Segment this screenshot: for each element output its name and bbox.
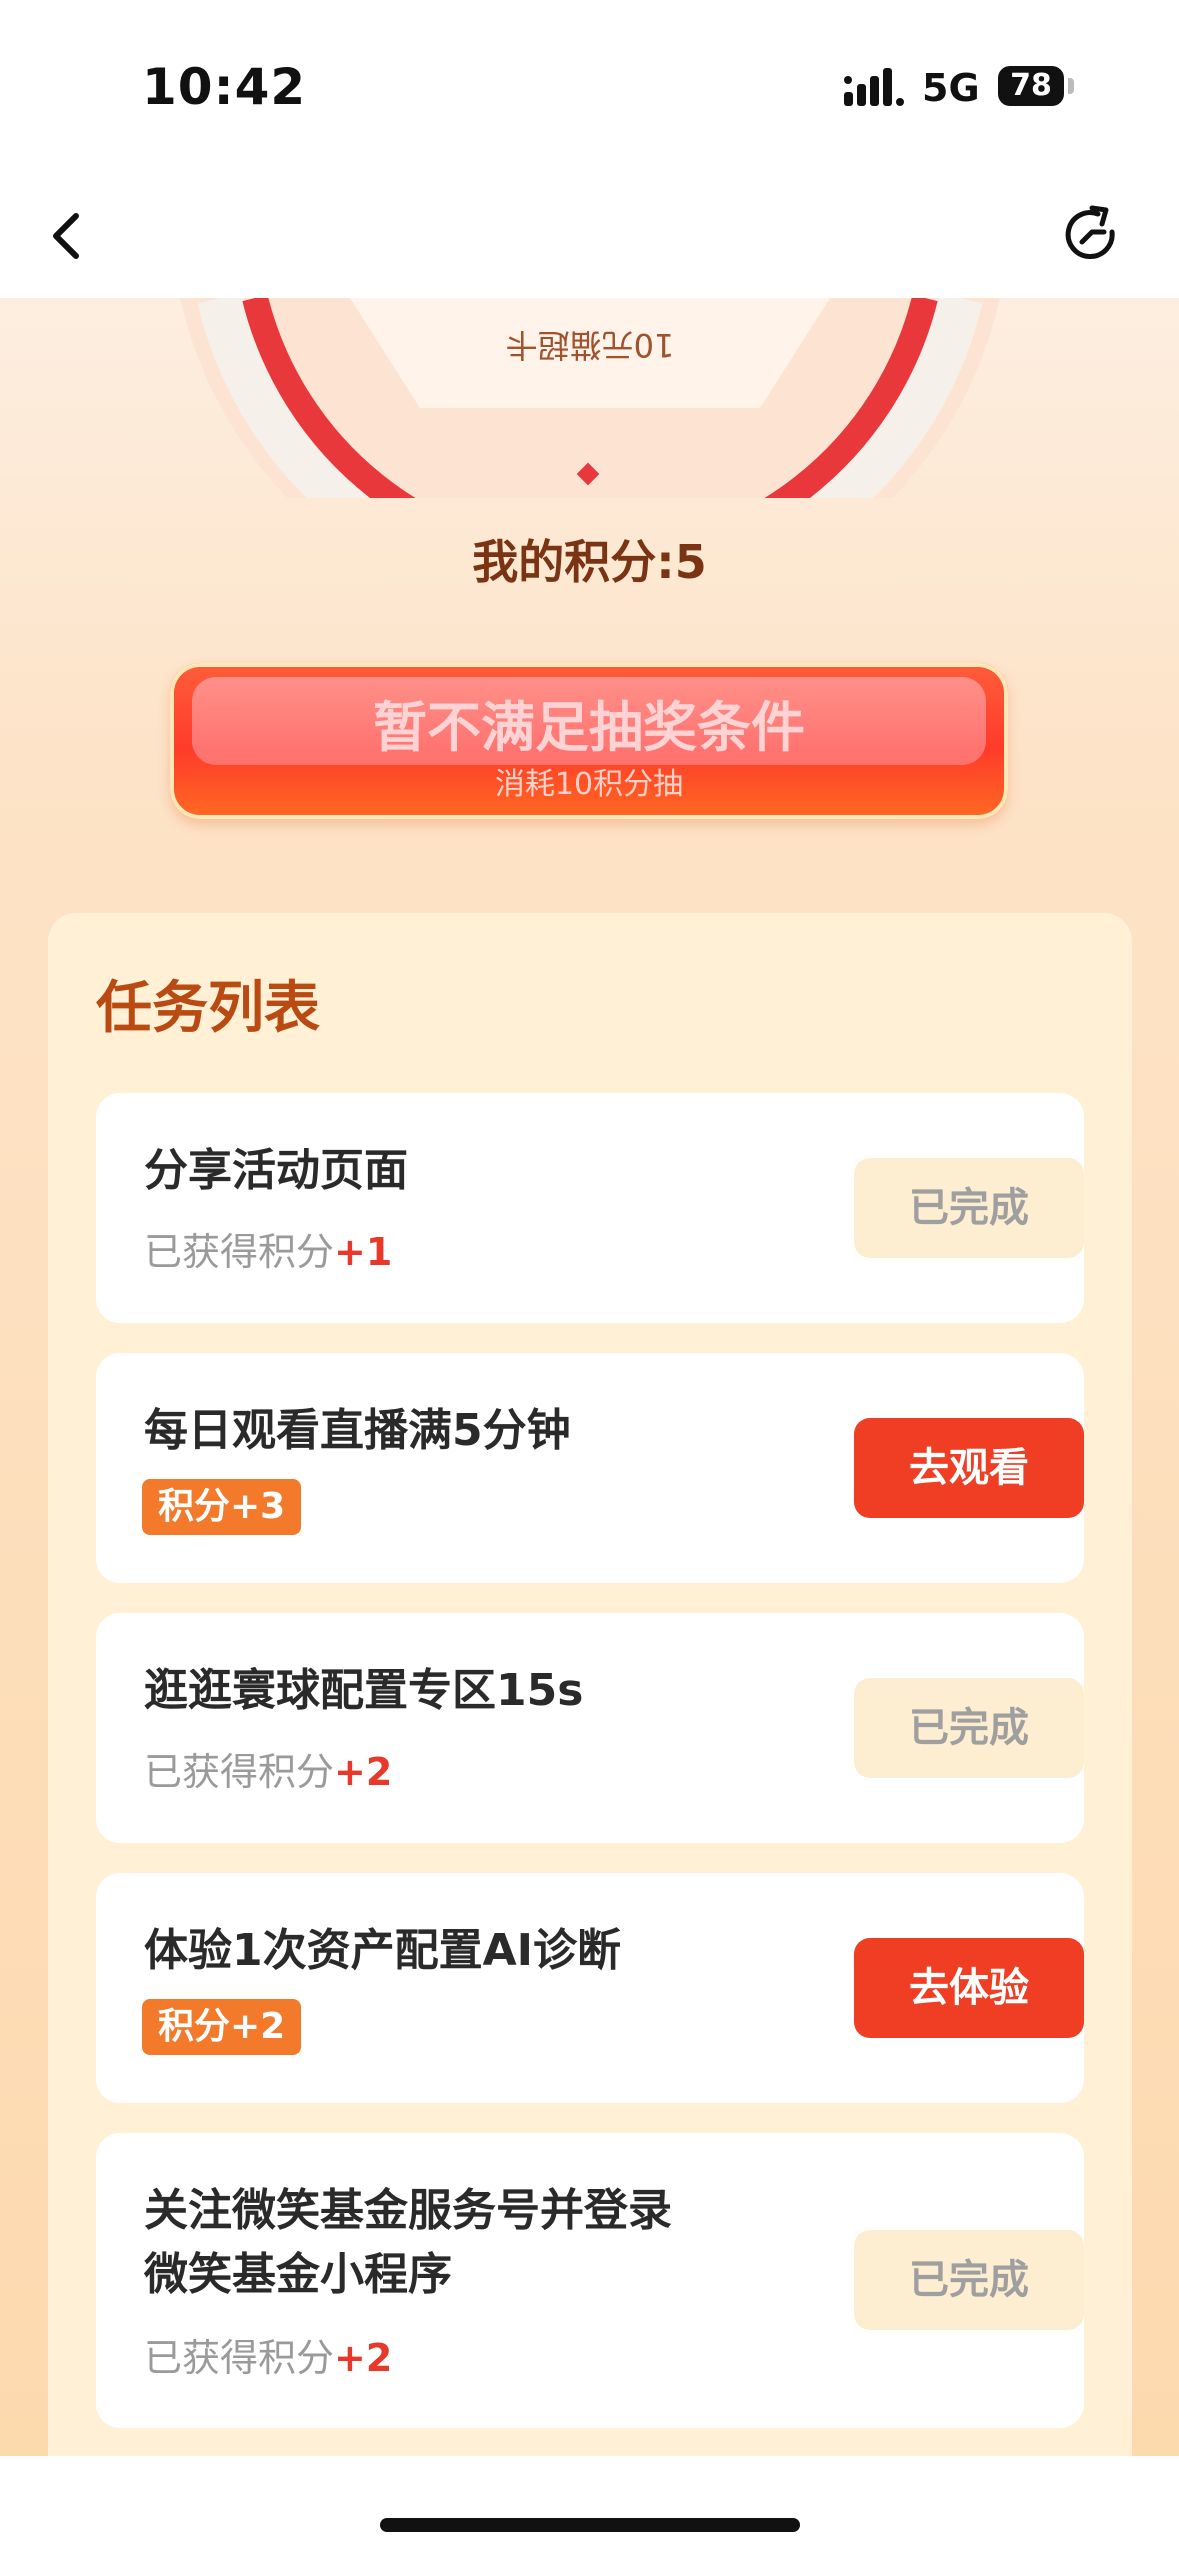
task-card: 分享活动页面 已获得积分+1 已完成 — [96, 1093, 1084, 1323]
task-card: 每日观看直播满5分钟 积分+3 去观看 — [96, 1353, 1084, 1583]
earned-value: +1 — [334, 1230, 393, 1274]
try-ai-diagnosis-button[interactable]: 去体验 — [854, 1938, 1084, 2038]
my-points: 我的积分:5 — [472, 535, 707, 589]
task-points-badge: 积分+3 — [142, 1479, 302, 1535]
task-name: 逛逛寰球配置专区15s — [144, 1665, 584, 1716]
refresh-icon[interactable] — [1058, 202, 1126, 270]
task-name: 关注微笑基金服务号并登录 — [144, 2185, 672, 2236]
chevron-left-icon[interactable] — [40, 208, 96, 264]
earned-label: 已获得积分 — [144, 2336, 335, 2380]
task-done-button: 已完成 — [854, 2230, 1084, 2330]
task-card: 体验1次资产配置AI诊断 积分+2 去体验 — [96, 1873, 1084, 2103]
task-name: 每日观看直播满5分钟 — [144, 1405, 571, 1456]
draw-button[interactable]: 暂不满足抽奖条件 消耗10积分抽 — [170, 663, 1008, 819]
earned-label: 已获得积分 — [144, 1750, 335, 1794]
task-earned-points: 已获得积分+2 — [144, 1741, 392, 1796]
task-panel-title: 任务列表 — [96, 976, 320, 1041]
watch-live-button[interactable]: 去观看 — [854, 1418, 1084, 1518]
draw-button-title: 暂不满足抽奖条件 — [373, 696, 805, 759]
earned-value: +2 — [334, 2336, 393, 2380]
signal-icon — [844, 68, 904, 106]
battery-tip — [1068, 78, 1074, 94]
draw-button-subtitle: 消耗10积分抽 — [494, 767, 684, 802]
task-done-button: 已完成 — [854, 1158, 1084, 1258]
task-card: 逛逛寰球配置专区15s 已获得积分+2 已完成 — [96, 1613, 1084, 1843]
task-card: 关注微笑基金服务号并登录 微笑基金小程序 已获得积分+2 已完成 — [96, 2133, 1084, 2428]
nav-bar — [0, 170, 1179, 298]
task-name-line2: 微笑基金小程序 — [144, 2249, 452, 2300]
battery-level: 78 — [1010, 68, 1052, 103]
lottery-page: 10元猫超卡 我的积分:5 暂不满足抽奖条件 消耗10积分抽 任务列表 分享活动… — [0, 298, 1179, 2456]
earned-value: +2 — [334, 1750, 393, 1794]
task-earned-points: 已获得积分+1 — [144, 1221, 392, 1276]
status-bar: 10:42 5G 78 — [0, 0, 1179, 170]
task-name: 体验1次资产配置AI诊断 — [144, 1925, 622, 1976]
task-earned-points: 已获得积分+2 — [144, 2327, 392, 2382]
task-name: 分享活动页面 — [144, 1145, 408, 1196]
home-bar — [0, 2456, 1179, 2556]
earned-label: 已获得积分 — [144, 1230, 335, 1274]
home-indicator[interactable] — [380, 2518, 800, 2532]
network-type: 5G — [922, 66, 980, 110]
wheel-prize-text: 10元猫超卡 — [506, 326, 675, 364]
status-time: 10:42 — [142, 58, 307, 116]
battery-icon: 78 — [998, 66, 1064, 106]
task-points-badge: 积分+2 — [142, 1999, 302, 2055]
task-panel: 任务列表 分享活动页面 已获得积分+1 已完成 每日观看直播满5分钟 积分+3 … — [48, 913, 1132, 2456]
lottery-wheel: 10元猫超卡 — [180, 298, 1000, 498]
task-done-button: 已完成 — [854, 1678, 1084, 1778]
